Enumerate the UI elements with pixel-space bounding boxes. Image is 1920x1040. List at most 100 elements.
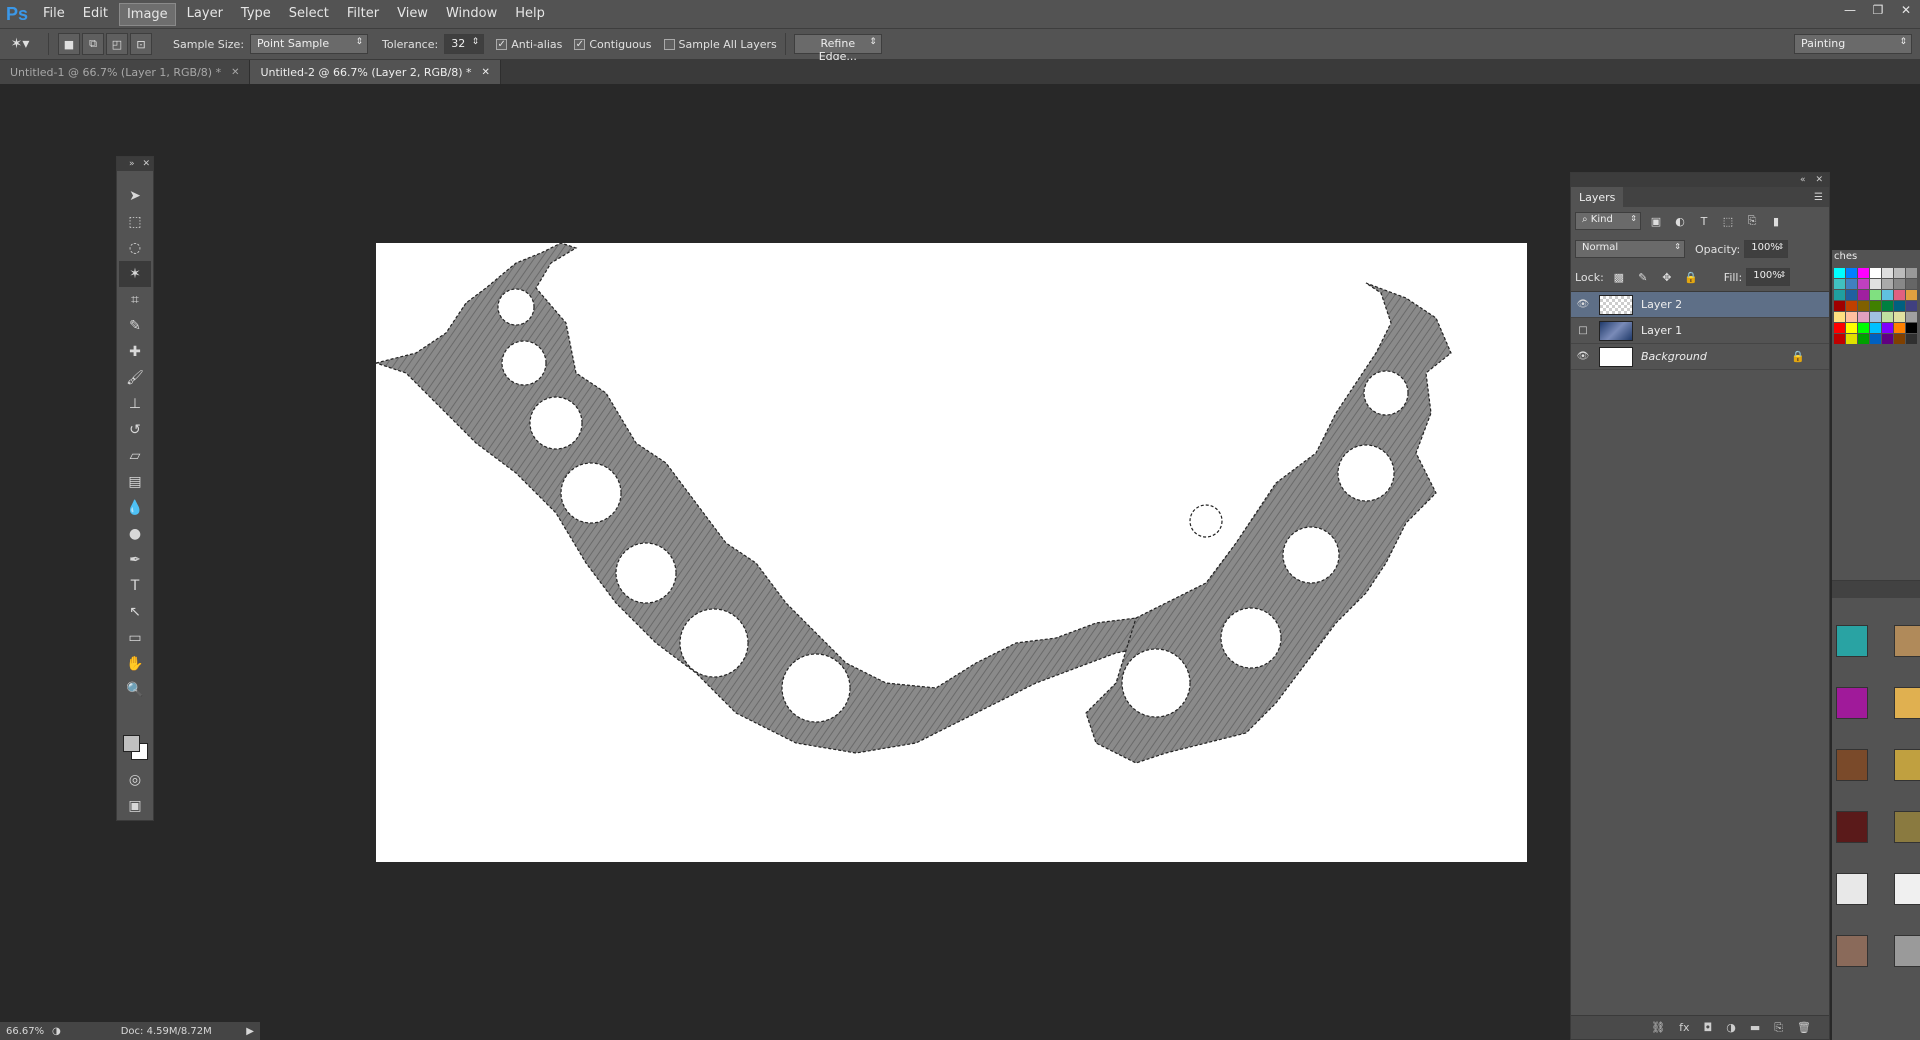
tab-layers[interactable]: Layers — [1571, 187, 1624, 207]
brush-tool-icon[interactable]: 🖌 — [119, 365, 151, 391]
color-swatch[interactable] — [1882, 301, 1893, 311]
color-swatch[interactable] — [1846, 323, 1857, 333]
anti-alias-checkbox[interactable]: ✓ Anti-alias — [496, 38, 562, 51]
restore-button[interactable]: ❐ — [1864, 0, 1892, 20]
color-swatch[interactable] — [1846, 312, 1857, 322]
menu-layer[interactable]: Layer — [180, 3, 230, 26]
delete-layer-icon[interactable]: 🗑 — [1797, 1021, 1811, 1034]
style-thumbnail[interactable] — [1836, 935, 1868, 967]
style-thumbnail[interactable] — [1894, 935, 1920, 967]
color-swatch[interactable] — [1906, 301, 1917, 311]
type-filter-icon[interactable]: T — [1695, 212, 1713, 230]
color-swatch[interactable] — [1882, 334, 1893, 344]
color-swatch[interactable] — [1870, 334, 1881, 344]
filter-toggle-icon[interactable]: ▮ — [1767, 212, 1785, 230]
color-swatch[interactable] — [1858, 290, 1869, 300]
menu-select[interactable]: Select — [282, 3, 336, 26]
eraser-tool-icon[interactable]: ▱ — [119, 443, 151, 469]
color-swatch[interactable] — [1834, 301, 1845, 311]
quick-mask-icon[interactable]: ◎ — [119, 767, 151, 793]
visibility-toggle-empty[interactable]: □ — [1571, 325, 1595, 336]
layer-row-layer-2[interactable]: 👁 Layer 2 — [1571, 292, 1829, 318]
menu-window[interactable]: Window — [439, 3, 504, 26]
pixel-filter-icon[interactable]: ▣ — [1647, 212, 1665, 230]
style-thumbnail[interactable] — [1894, 625, 1920, 657]
visibility-eye-icon[interactable]: 👁 — [1571, 351, 1595, 362]
color-swatch[interactable] — [1882, 290, 1893, 300]
type-tool-icon[interactable]: T — [119, 573, 151, 599]
sample-size-select[interactable]: Point Sample — [250, 34, 369, 54]
zoom-level[interactable]: 66.67% — [0, 1026, 52, 1037]
document-canvas[interactable] — [376, 243, 1527, 862]
close-panel-icon[interactable]: ✕ — [142, 159, 150, 169]
new-layer-icon[interactable]: ⎘ — [1774, 1021, 1783, 1035]
new-group-icon[interactable]: ▬ — [1750, 1021, 1760, 1034]
color-swatch[interactable] — [1894, 334, 1905, 344]
color-swatch[interactable] — [1870, 301, 1881, 311]
lock-pixels-icon[interactable]: ✎ — [1634, 268, 1652, 286]
pen-tool-icon[interactable]: ✒ — [119, 547, 151, 573]
color-swatch[interactable] — [1894, 279, 1905, 289]
style-thumbnail[interactable] — [1894, 811, 1920, 843]
add-mask-icon[interactable]: ◘ — [1704, 1021, 1713, 1034]
color-swatch[interactable] — [1870, 312, 1881, 322]
style-thumbnail[interactable] — [1836, 749, 1868, 781]
collapse-icon[interactable]: » — [129, 159, 135, 169]
color-swatch[interactable] — [1834, 334, 1845, 344]
tolerance-input[interactable]: 32 — [444, 34, 485, 54]
close-tab-icon[interactable]: ✕ — [482, 67, 490, 78]
gradient-tool-icon[interactable]: ▤ — [119, 469, 151, 495]
adjustment-layer-icon[interactable]: ◑ — [1726, 1021, 1736, 1034]
color-swatch[interactable] — [1870, 268, 1881, 278]
color-swatch[interactable] — [1846, 290, 1857, 300]
color-swatch[interactable] — [1858, 334, 1869, 344]
color-swatch[interactable] — [1870, 323, 1881, 333]
color-swatch[interactable] — [1906, 268, 1917, 278]
zoom-tool-icon[interactable]: 🔍 — [119, 677, 151, 703]
smart-object-filter-icon[interactable]: ⎘ — [1743, 212, 1761, 230]
healing-brush-tool-icon[interactable]: ✚ — [119, 339, 151, 365]
menu-type[interactable]: Type — [234, 3, 278, 26]
color-swatch[interactable] — [1882, 312, 1893, 322]
color-swatch[interactable] — [1858, 268, 1869, 278]
crop-tool-icon[interactable]: ⌗ — [119, 287, 151, 313]
close-tab-icon[interactable]: ✕ — [231, 67, 239, 78]
hand-tool-icon[interactable]: ✋ — [119, 651, 151, 677]
subtract-selection-icon[interactable]: ◰ — [106, 33, 128, 55]
color-swatch[interactable] — [1858, 323, 1869, 333]
close-button[interactable]: ✕ — [1892, 0, 1920, 20]
kind-filter-select[interactable]: ⌕ Kind — [1575, 212, 1641, 230]
color-swatch[interactable] — [1882, 268, 1893, 278]
new-selection-icon[interactable]: ■ — [58, 33, 80, 55]
move-tool-icon[interactable]: ➤ — [119, 183, 151, 209]
color-swatch[interactable] — [1858, 312, 1869, 322]
lock-position-icon[interactable]: ✥ — [1658, 268, 1676, 286]
magic-wand-preset-icon[interactable]: ✶▾ — [0, 36, 40, 52]
rectangle-tool-icon[interactable]: ▭ — [119, 625, 151, 651]
style-thumbnail[interactable] — [1894, 687, 1920, 719]
refine-edge-button[interactable]: Refine Edge... — [793, 34, 882, 63]
style-thumbnail[interactable] — [1894, 749, 1920, 781]
color-swatch[interactable] — [1894, 312, 1905, 322]
color-swatch[interactable] — [1846, 268, 1857, 278]
blend-mode-select[interactable]: Normal — [1575, 240, 1685, 258]
lock-all-icon[interactable]: 🔒 — [1682, 268, 1700, 286]
color-swatch[interactable] — [1906, 290, 1917, 300]
menu-file[interactable]: File — [36, 3, 72, 26]
tab-untitled-2[interactable]: Untitled-2 @ 66.7% (Layer 2, RGB/8) * ✕ — [250, 60, 501, 84]
path-selection-tool-icon[interactable]: ↖ — [119, 599, 151, 625]
link-layers-icon[interactable]: ⛓ — [1651, 1021, 1665, 1034]
color-swatch[interactable] — [1834, 268, 1845, 278]
color-swatch[interactable] — [1846, 279, 1857, 289]
tab-untitled-1[interactable]: Untitled-1 @ 66.7% (Layer 1, RGB/8) * ✕ — [0, 60, 251, 84]
color-swatch[interactable] — [1858, 301, 1869, 311]
color-swatch[interactable] — [1882, 279, 1893, 289]
menu-image[interactable]: Image — [118, 2, 176, 26]
color-swatch[interactable] — [1894, 323, 1905, 333]
lasso-tool-icon[interactable]: ◌ — [119, 235, 151, 261]
style-thumbnail[interactable] — [1836, 687, 1868, 719]
layer-row-layer-1[interactable]: □ Layer 1 — [1571, 318, 1829, 344]
marquee-tool-icon[interactable]: ⬚ — [119, 209, 151, 235]
color-swatch[interactable] — [1894, 268, 1905, 278]
menu-filter[interactable]: Filter — [340, 3, 386, 26]
